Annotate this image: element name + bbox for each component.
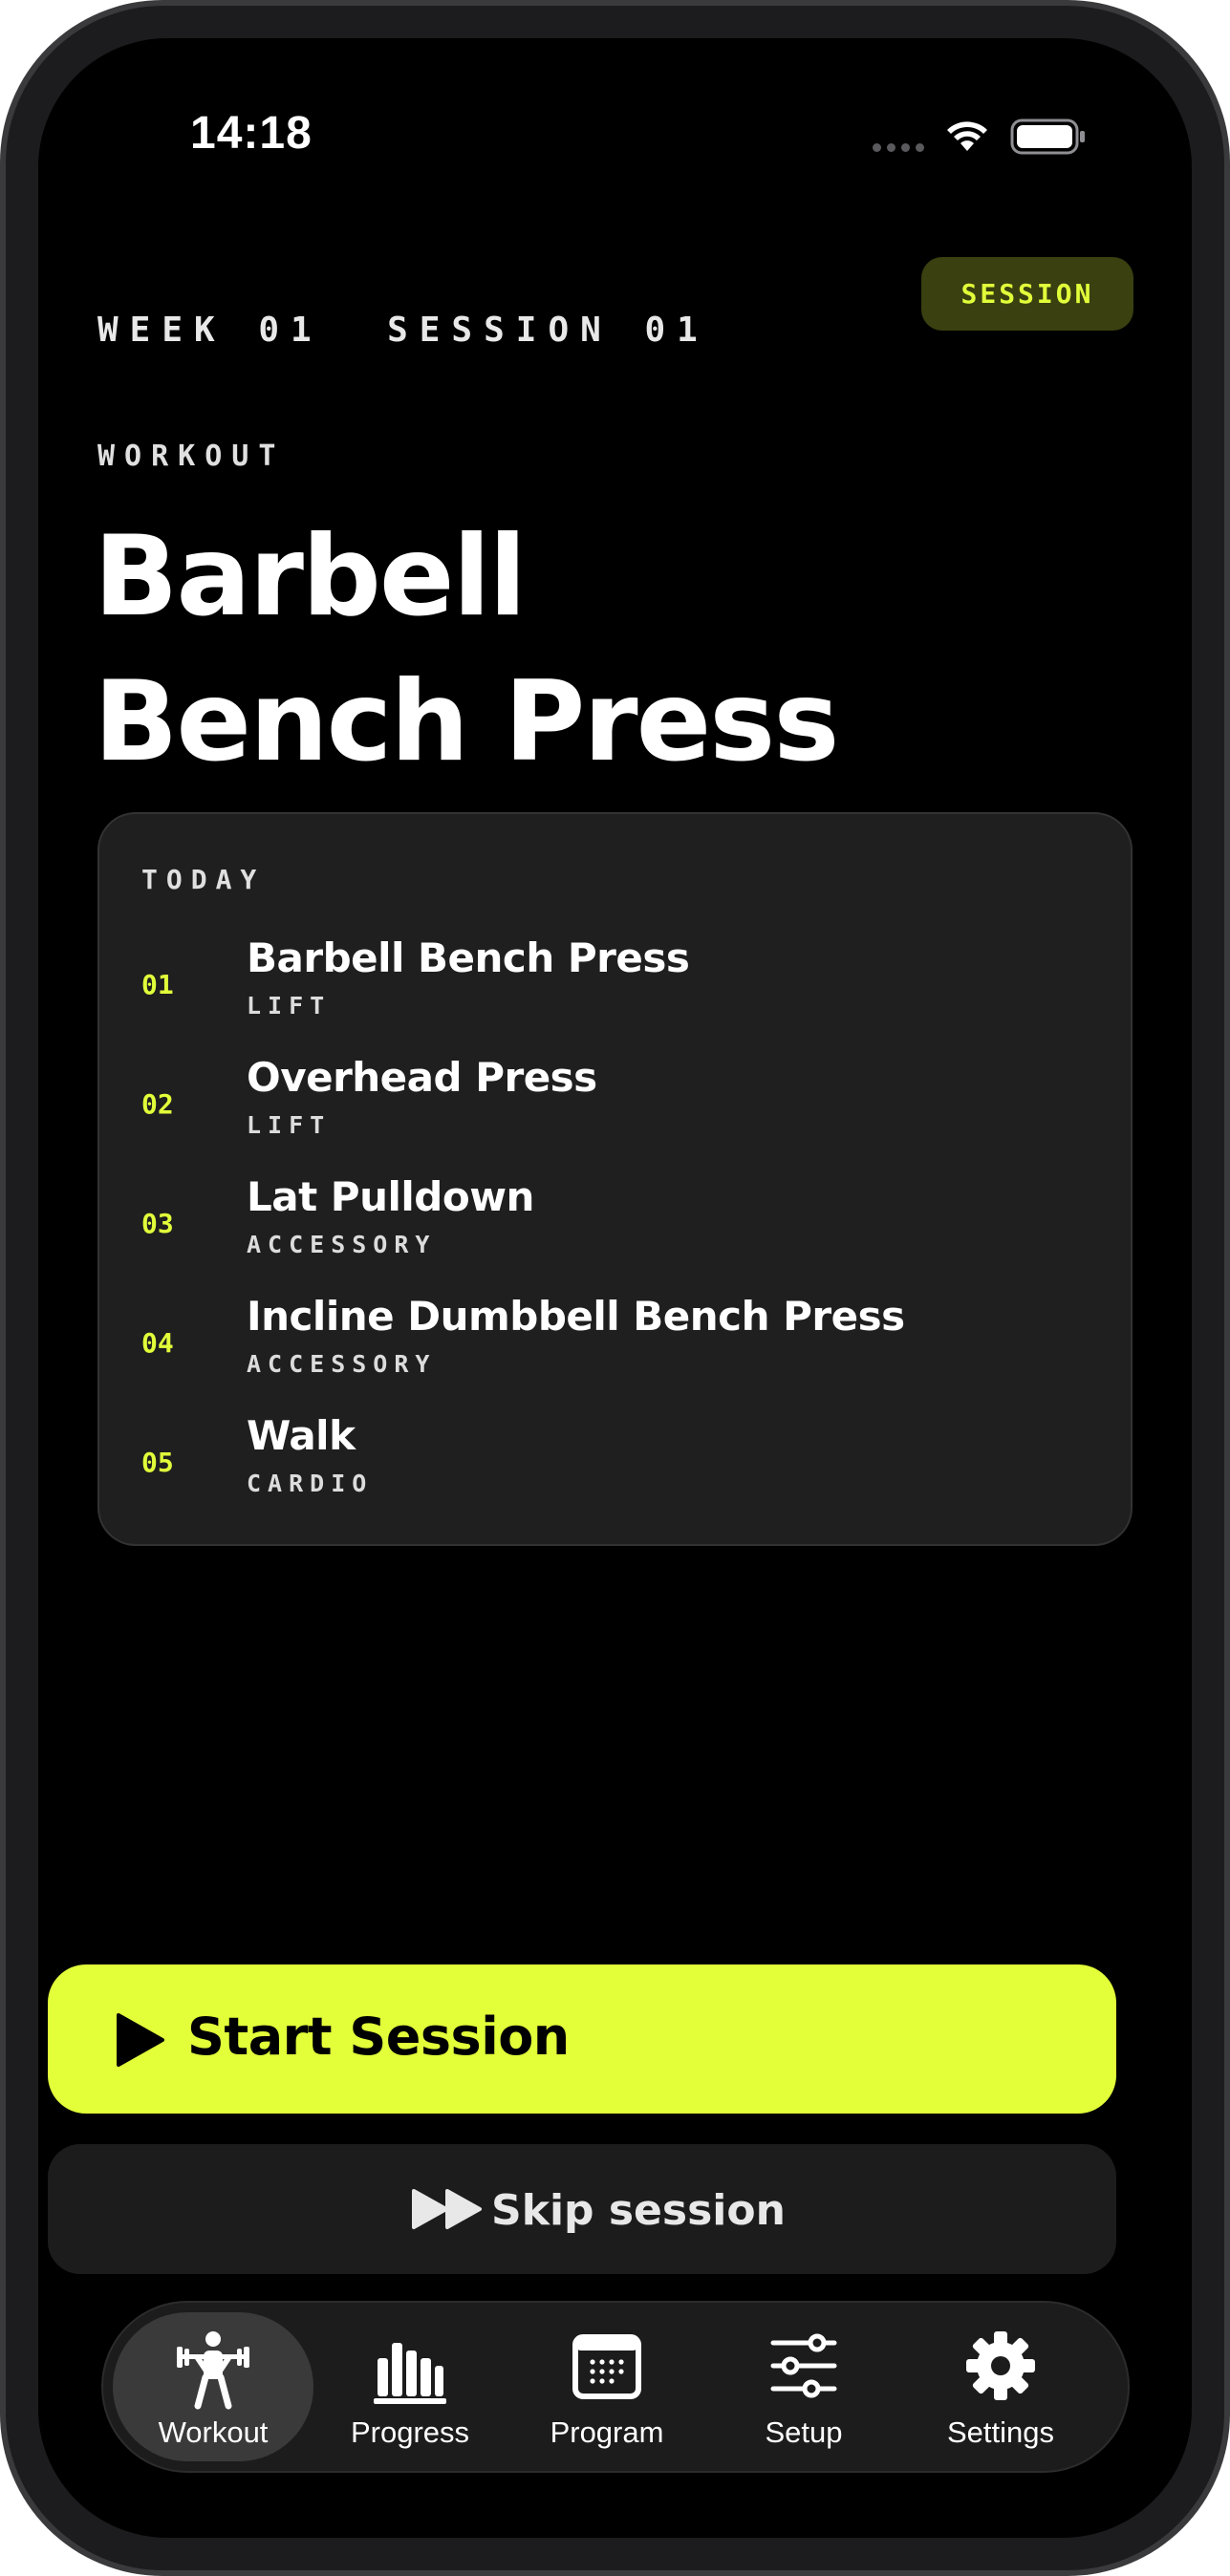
- exercise-number: 01: [141, 969, 174, 1000]
- week-session-label: WEEK 01 SESSION 01: [97, 311, 709, 350]
- exercise-row[interactable]: 01 Barbell Bench Press LIFT: [99, 934, 1131, 1040]
- exercise-name: Overhead Press: [247, 1054, 597, 1101]
- tab-bar: Workout Progress Program Setup Settings: [101, 2301, 1130, 2473]
- tab-settings[interactable]: Settings: [900, 2312, 1101, 2461]
- exercise-name: Barbell Bench Press: [247, 934, 690, 981]
- status-indicators: [873, 113, 1087, 161]
- exercise-row[interactable]: 03 Lat Pulldown ACCESSORY: [99, 1173, 1131, 1278]
- exercise-row[interactable]: 02 Overhead Press LIFT: [99, 1054, 1131, 1159]
- wifi-icon: [947, 121, 987, 151]
- workout-title: Barbell Bench Press: [94, 504, 839, 795]
- tab-label: Settings: [946, 2415, 1054, 2449]
- exercise-category: CARDIO: [247, 1470, 374, 1497]
- today-card: TODAY 01 Barbell Bench Press LIFT 02 Ove…: [97, 812, 1133, 1546]
- skip-session-button[interactable]: Skip session: [48, 2144, 1116, 2274]
- start-session-label: Start Session: [187, 2007, 570, 2067]
- exercise-number: 02: [141, 1088, 174, 1120]
- exercise-category: ACCESSORY: [247, 1350, 437, 1378]
- signal-dots-icon: [873, 142, 924, 152]
- exercise-category: LIFT: [247, 992, 332, 1020]
- tab-label: Workout: [158, 2415, 269, 2449]
- today-label: TODAY: [141, 864, 266, 895]
- app-screen: 14:18 WEEK 01 SESSION 01 SESSION WORKOUT…: [38, 38, 1192, 2538]
- week-label: WEEK 01: [97, 311, 323, 350]
- skip-session-label: Skip session: [491, 2186, 786, 2235]
- play-icon: [117, 2013, 164, 2067]
- workout-title-line2: Bench Press: [94, 657, 839, 786]
- tab-setup[interactable]: Setup: [703, 2312, 904, 2461]
- calendar-icon: [572, 2334, 641, 2399]
- exercise-category: ACCESSORY: [247, 1231, 437, 1258]
- exercise-name: Walk: [247, 1412, 356, 1459]
- fast-forward-icon: [412, 2189, 482, 2229]
- tab-workout[interactable]: Workout: [113, 2312, 313, 2461]
- exercise-name: Lat Pulldown: [247, 1173, 534, 1220]
- tab-label: Progress: [350, 2415, 470, 2449]
- gear-icon: [966, 2331, 1035, 2400]
- exercise-name: Incline Dumbbell Bench Press: [247, 1293, 905, 1340]
- exercise-category: LIFT: [247, 1111, 332, 1139]
- start-session-button[interactable]: Start Session: [48, 1964, 1116, 2114]
- exercise-number: 04: [141, 1327, 174, 1359]
- exercise-number: 03: [141, 1208, 174, 1239]
- tab-label: Setup: [765, 2415, 843, 2449]
- exercise-row[interactable]: 04 Incline Dumbbell Bench Press ACCESSOR…: [99, 1293, 1131, 1398]
- weightlifter-icon: [177, 2331, 249, 2410]
- sliders-icon: [770, 2333, 837, 2398]
- workout-kicker: WORKOUT: [97, 440, 286, 473]
- session-number-label: SESSION 01: [387, 311, 709, 350]
- battery-icon: [1010, 118, 1085, 155]
- workout-title-line1: Barbell: [94, 512, 527, 641]
- bar-chart-icon: [374, 2343, 446, 2404]
- tab-label: Program: [550, 2415, 664, 2449]
- exercise-number: 05: [141, 1447, 174, 1478]
- tab-progress[interactable]: Progress: [310, 2312, 510, 2461]
- status-time: 14:18: [190, 108, 313, 159]
- session-badge[interactable]: SESSION: [921, 257, 1133, 331]
- exercise-row[interactable]: 05 Walk CARDIO: [99, 1412, 1131, 1517]
- tab-program[interactable]: Program: [507, 2312, 707, 2461]
